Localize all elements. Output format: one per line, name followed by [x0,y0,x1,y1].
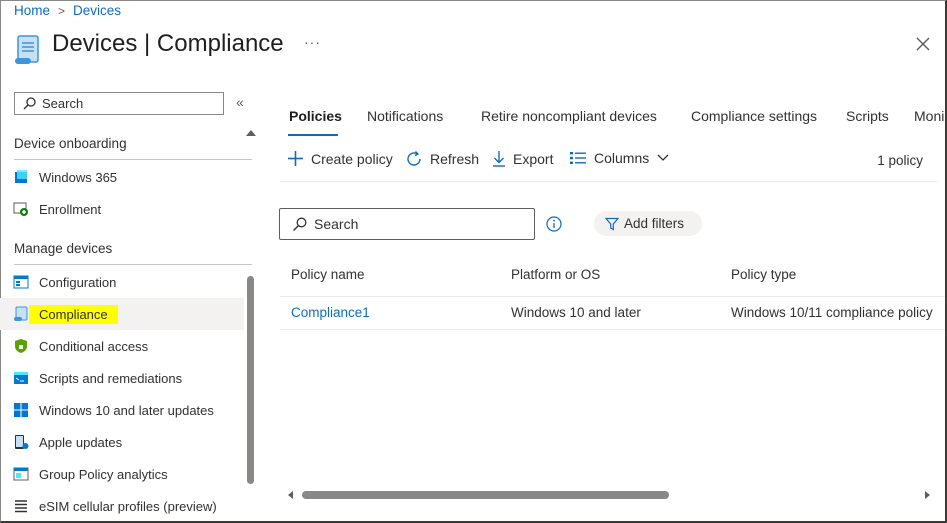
breadcrumb-devices[interactable]: Devices [73,3,121,18]
sidebar-search-placeholder: Search [42,96,84,111]
add-filters-button[interactable]: Add filters [594,211,702,236]
sidebar-search-input[interactable]: Search [14,92,224,115]
configuration-icon [13,274,29,290]
sidebar-item-windows-updates[interactable]: Windows 10 and later updates [0,394,244,426]
breadcrumb-home[interactable]: Home [14,3,50,18]
column-header-policy-type[interactable]: Policy type [731,267,796,282]
breadcrumb-separator: > [58,3,66,18]
scripts-icon [13,370,29,386]
sidebar-scrollbar-thumb[interactable] [247,276,254,484]
policy-count: 1 policy [877,153,923,168]
search-icon [23,97,36,110]
policies-table: Policy name Platform or OS Policy type C… [280,256,945,332]
sidebar-item-group-policy-analytics[interactable]: Group Policy analytics [0,458,244,490]
windows-logo-icon [13,402,29,418]
search-icon [293,217,307,231]
policy-name-link[interactable]: Compliance1 [291,305,370,320]
collapse-sidebar-button[interactable]: « [236,94,244,110]
filter-icon [605,217,619,231]
platform-cell: Windows 10 and later [511,305,641,320]
sidebar-item-label: Group Policy analytics [39,466,168,482]
sidebar-item-conditional-access[interactable]: Conditional access [0,330,244,362]
policy-search-placeholder: Search [314,216,359,232]
sidebar: Search « Device onboarding Windows 365 E… [0,86,262,518]
scroll-left-arrow[interactable] [288,491,293,499]
sidebar-item-configuration[interactable]: Configuration [0,266,244,298]
sidebar-item-label: Scripts and remediations [39,370,183,386]
sidebar-item-label: Windows 365 [39,169,118,185]
column-header-policy-name[interactable]: Policy name [291,267,365,282]
breadcrumb: Home > Devices [14,3,121,18]
more-options-button[interactable]: ··· [304,34,321,50]
sidebar-item-label: Apple updates [39,434,123,450]
shield-icon [13,338,29,354]
plus-icon [288,151,303,166]
compliance-icon [13,306,29,322]
tab-notifications[interactable]: Notifications [367,108,443,124]
command-bar: Create policy Refresh Export Columns 1 p… [280,146,937,182]
columns-icon [570,152,586,164]
sidebar-item-apple-updates[interactable]: Apple updates [0,426,244,458]
create-policy-button[interactable]: Create policy [287,150,393,167]
sidebar-item-esim-profiles[interactable]: eSIM cellular profiles (preview) [0,490,244,522]
apple-device-icon [13,434,29,450]
page-title: Devices | Compliance [52,30,284,57]
sidebar-item-label: eSIM cellular profiles (preview) [39,498,217,514]
scroll-right-arrow[interactable] [925,491,930,499]
policy-search-input[interactable]: Search [279,208,535,240]
tab-policies[interactable]: Policies [289,108,342,124]
row-divider [280,329,945,330]
tab-bar: Policies Notifications Retire noncomplia… [280,100,945,140]
group-policy-icon [13,466,29,482]
windows365-icon [13,169,29,185]
policy-type-cell: Windows 10/11 compliance policy [731,305,933,320]
horizontal-scrollbar-thumb[interactable] [302,491,669,499]
section-heading-device-onboarding: Device onboarding [14,136,252,160]
compliance-page-icon [15,35,39,64]
close-icon[interactable] [915,36,931,52]
add-filters-label: Add filters [624,216,685,231]
export-label: Export [513,150,554,167]
create-policy-label: Create policy [311,150,393,167]
tab-monitor[interactable]: Moni [914,108,944,124]
enrollment-icon [13,201,29,217]
tab-scripts[interactable]: Scripts [846,108,889,124]
section-heading-manage-devices: Manage devices [14,241,252,265]
sidebar-item-label: Windows 10 and later updates [39,402,214,418]
sidebar-item-windows-365[interactable]: Windows 365 [0,161,244,193]
columns-label: Columns [594,150,650,166]
horizontal-scrollbar[interactable] [280,486,937,506]
refresh-label: Refresh [430,151,480,167]
sidebar-item-label: Conditional access [39,338,149,354]
sidebar-item-compliance[interactable]: Compliance [0,298,244,330]
info-icon[interactable] [546,216,562,232]
columns-button[interactable]: Columns [569,150,669,166]
title-row: Devices | Compliance ··· [14,30,933,70]
refresh-icon [407,151,421,166]
header-divider [280,296,945,297]
sidebar-item-label: Configuration [39,274,117,290]
sidebar-item-label: Compliance [29,304,118,324]
export-button[interactable]: Export [492,150,553,167]
refresh-button[interactable]: Refresh [405,150,479,168]
sidebar-item-scripts-and-remediations[interactable]: Scripts and remediations [0,362,244,394]
active-tab-indicator [288,134,338,136]
column-header-platform[interactable]: Platform or OS [511,267,600,282]
sidebar-item-enrollment[interactable]: Enrollment [0,193,244,225]
chevron-down-icon [657,154,669,161]
list-icon [13,498,29,514]
tab-compliance-settings[interactable]: Compliance settings [691,108,817,124]
download-icon [493,151,505,167]
sidebar-item-label: Enrollment [39,201,102,217]
tab-retire-noncompliant-devices[interactable]: Retire noncompliant devices [481,108,657,124]
